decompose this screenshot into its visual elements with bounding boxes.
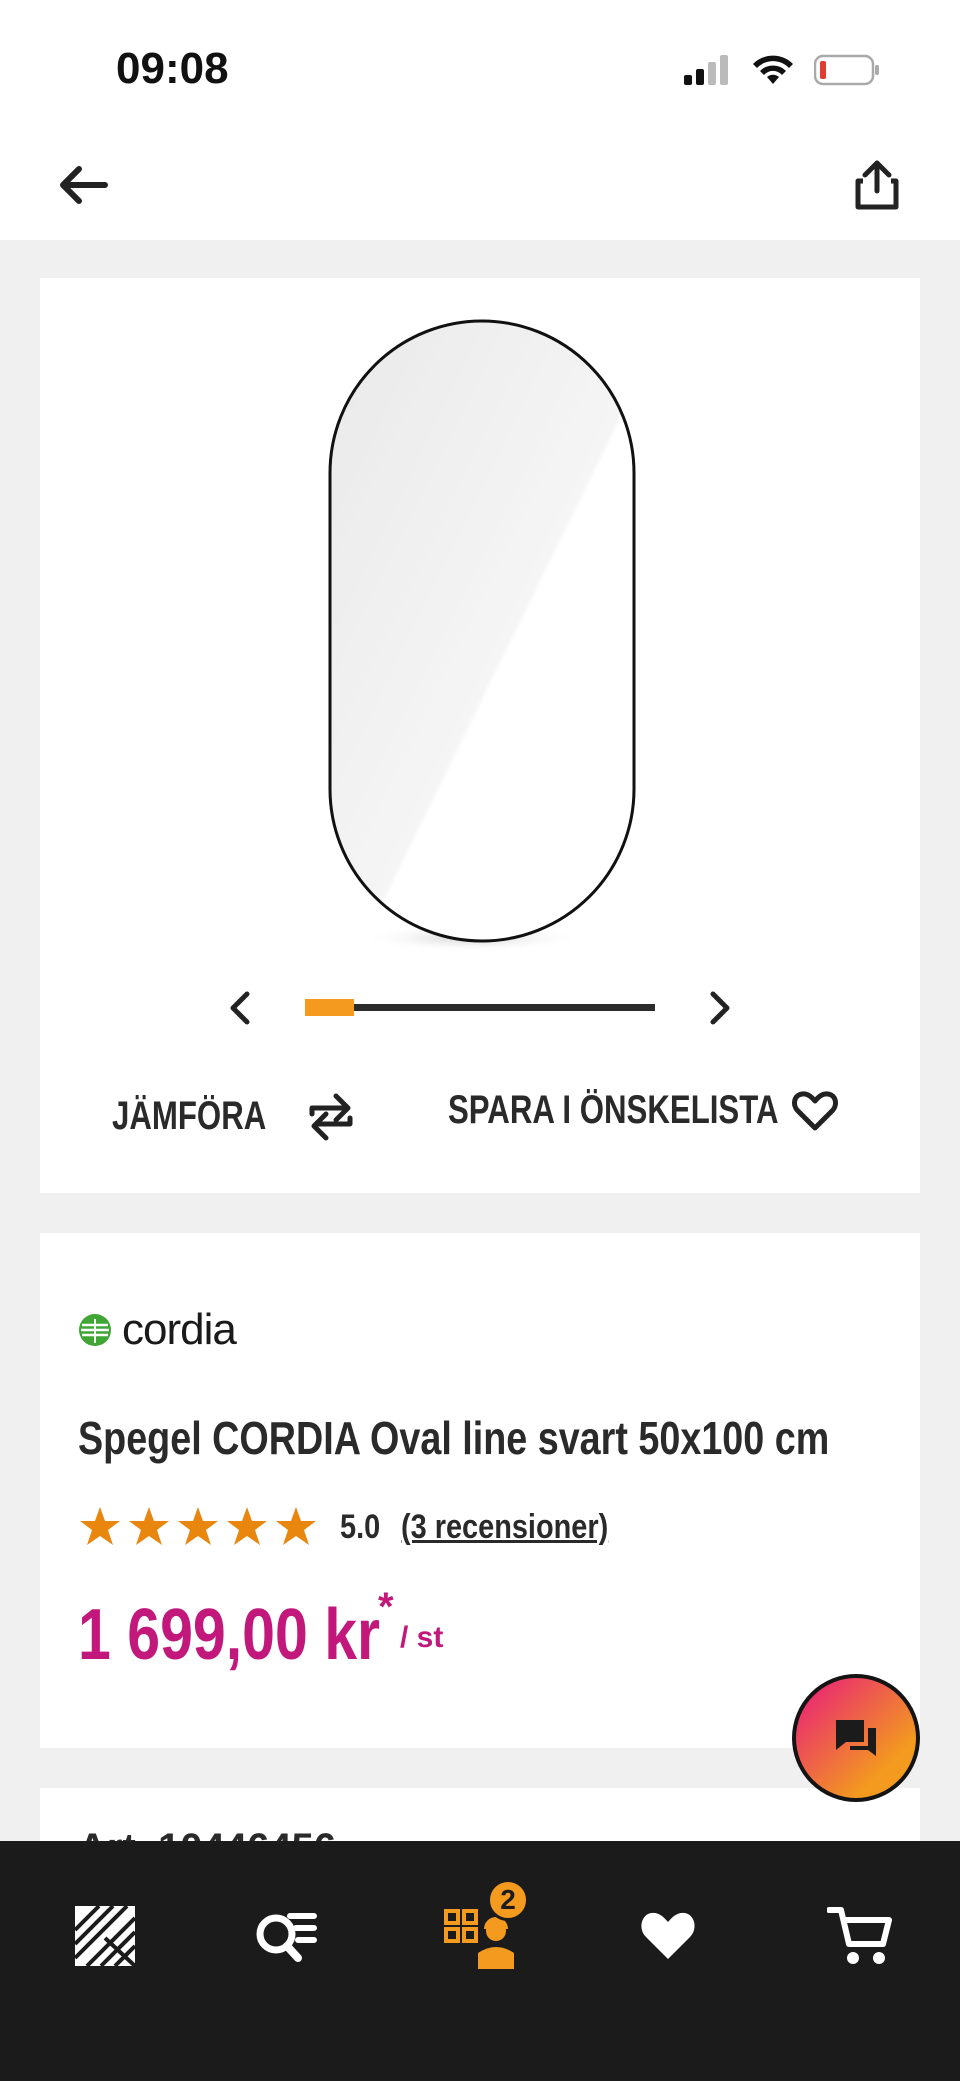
- star-rating-icon: [80, 1507, 316, 1545]
- rating-value: 5.0: [340, 1507, 381, 1546]
- gallery-card: JÄMFÖRA SPARA I ÖNSKELISTA: [40, 278, 920, 1193]
- price-row: 1 699,00 kr * / st: [78, 1585, 498, 1675]
- oval-mirror-image: [328, 319, 636, 952]
- brand-name: cordia: [122, 1305, 237, 1354]
- home-logo-icon: [73, 1904, 137, 1968]
- rating-row: 5.0 (3 recensioner): [78, 1505, 645, 1549]
- signal-icon: [684, 55, 728, 85]
- compare-label: JÄMFÖRA: [112, 1093, 267, 1138]
- compare-button[interactable]: JÄMFÖRA: [112, 1088, 356, 1144]
- status-icons: [684, 54, 880, 86]
- reviews-link[interactable]: (3 recensioner): [401, 1508, 608, 1547]
- tab-badge: 2: [487, 1879, 529, 1921]
- tab-home[interactable]: [60, 1891, 150, 1981]
- top-nav: [0, 130, 960, 240]
- carousel-prev-button[interactable]: [210, 978, 270, 1038]
- chat-button[interactable]: [792, 1674, 920, 1802]
- back-button[interactable]: [48, 150, 118, 220]
- price-value: 1 699,00 kr: [78, 1595, 381, 1675]
- chevron-right-icon: [710, 991, 730, 1025]
- share-button[interactable]: [842, 150, 912, 220]
- cordia-leaf-icon: [79, 1314, 111, 1346]
- status-time: 09:08: [116, 44, 229, 93]
- article-info-card: Art. 10446456: [40, 1788, 920, 1848]
- product-info-card: cordia Spegel CORDIA Oval line svart 50x…: [40, 1233, 920, 1748]
- arrow-left-icon: [60, 166, 108, 204]
- tab-wishlist[interactable]: [623, 1891, 713, 1981]
- heart-icon: [641, 1912, 695, 1959]
- price-asterisk: *: [378, 1585, 394, 1629]
- brand-logo[interactable]: cordia: [78, 1305, 237, 1355]
- wishlist-label: SPARA I ÖNSKELISTA: [448, 1088, 779, 1132]
- price-unit: / st: [400, 1621, 444, 1654]
- carousel-progress-thumb: [305, 999, 354, 1016]
- status-bar: 09:08: [0, 0, 960, 130]
- product-image[interactable]: [320, 278, 680, 968]
- wifi-icon: [753, 55, 793, 84]
- battery-icon: [814, 54, 879, 86]
- carousel-next-button[interactable]: [690, 978, 750, 1038]
- search-list-icon: [256, 1913, 317, 1962]
- chevron-left-icon: [230, 991, 250, 1025]
- tab-cart[interactable]: [815, 1891, 905, 1981]
- tab-pro-services[interactable]: 2: [435, 1879, 529, 1981]
- cart-icon: [827, 1907, 892, 1964]
- wishlist-button[interactable]: SPARA I ÖNSKELISTA: [448, 1088, 838, 1133]
- compare-arrows-icon: [309, 1093, 353, 1141]
- share-icon: [855, 160, 899, 210]
- product-title: Spegel CORDIA Oval line svart 50x100 cm: [78, 1412, 830, 1464]
- carousel-progress[interactable]: [305, 999, 655, 1016]
- tab-search[interactable]: [240, 1891, 330, 1981]
- chat-bubbles-icon: [836, 1720, 876, 1756]
- heart-outline-icon: [792, 1090, 838, 1130]
- bottom-nav: 2: [0, 1841, 960, 2081]
